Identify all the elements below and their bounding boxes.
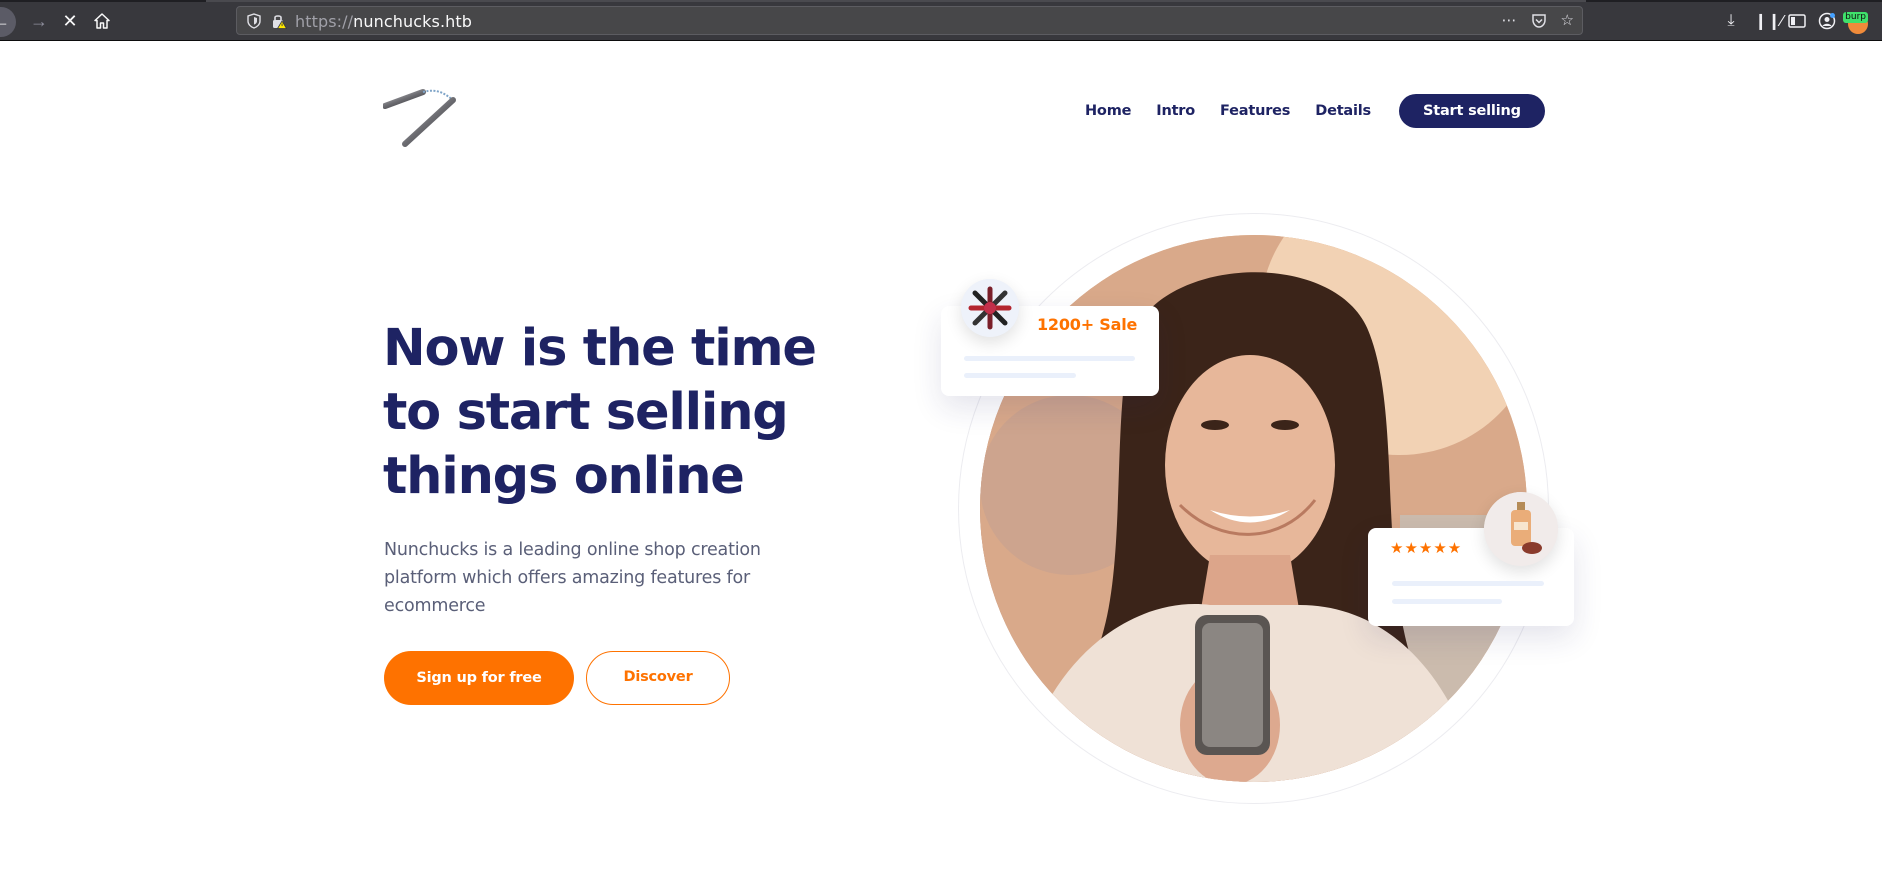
extension-badge: burp	[1843, 12, 1868, 23]
browser-toolbar: ← → ✕ https://nunchucks.htb ⋯ ☆ ⤓ ❙❙⁄ bu…	[0, 0, 1882, 41]
discover-button[interactable]: Discover	[586, 651, 730, 705]
url-scheme: https://	[295, 12, 354, 31]
pocket-icon[interactable]	[1531, 13, 1547, 29]
start-selling-button[interactable]: Start selling	[1399, 94, 1545, 128]
main-nav: Home Intro Features Details Start sellin…	[1085, 94, 1545, 128]
nav-home[interactable]: Home	[1085, 103, 1131, 119]
placeholder-line	[1392, 599, 1502, 604]
nunchucks-logo[interactable]	[383, 86, 458, 148]
burp-extension-button[interactable]: burp	[1843, 8, 1874, 34]
library-icon[interactable]: ❙❙⁄	[1754, 11, 1783, 31]
home-button[interactable]	[89, 8, 115, 34]
rating-stars: ★★★★★	[1390, 540, 1463, 557]
toolbar-right: ⤓ ❙❙⁄ burp	[1720, 8, 1882, 34]
hero-description: Nunchucks is a leading online shop creat…	[384, 540, 761, 616]
product-avatar	[961, 279, 1019, 337]
download-icon[interactable]: ⤓	[1720, 12, 1742, 30]
sidebar-icon[interactable]	[1788, 13, 1806, 29]
placeholder-line	[964, 356, 1135, 361]
sales-count-text: 1200+ Sale	[1037, 315, 1138, 334]
url-host: nunchucks.htb	[353, 12, 473, 31]
address-bar[interactable]: https://nunchucks.htb ⋯ ☆	[236, 6, 1583, 35]
placeholder-line	[964, 373, 1076, 378]
hero-title: Now is the time to start selling things …	[383, 319, 817, 506]
more-icon[interactable]: ⋯	[1502, 11, 1517, 31]
close-icon: ✕	[62, 11, 78, 31]
nav-details[interactable]: Details	[1315, 103, 1371, 119]
web-page: Home Intro Features Details Start sellin…	[0, 42, 1882, 896]
url-text[interactable]: https://nunchucks.htb	[295, 12, 472, 31]
back-button[interactable]: ←	[0, 7, 16, 37]
bookmark-star-icon[interactable]: ☆	[1561, 11, 1574, 31]
placeholder-line	[1392, 581, 1544, 586]
forward-arrow-icon: →	[30, 11, 48, 31]
insecure-lock-icon[interactable]	[271, 13, 287, 29]
nav-intro[interactable]: Intro	[1156, 103, 1195, 119]
tracking-shield-icon[interactable]	[247, 13, 261, 29]
perfume-avatar	[1484, 492, 1558, 566]
nav-features[interactable]: Features	[1220, 103, 1290, 119]
home-icon	[94, 13, 110, 29]
forward-button[interactable]: →	[26, 8, 52, 34]
url-actions: ⋯ ☆	[1502, 11, 1574, 31]
account-icon[interactable]	[1818, 12, 1836, 30]
stop-loading-button[interactable]: ✕	[57, 8, 83, 34]
sign-up-button[interactable]: Sign up for free	[384, 651, 574, 705]
tab-strip	[0, 0, 1882, 2]
back-arrow-icon: ←	[0, 11, 10, 31]
